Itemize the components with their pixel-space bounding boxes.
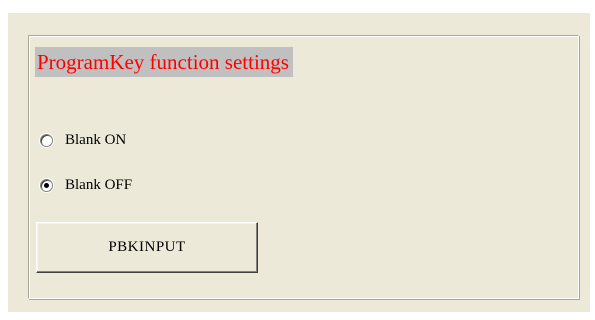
pbkinput-button[interactable]: PBKINPUT — [36, 222, 258, 273]
radio-checked-icon[interactable] — [40, 178, 53, 192]
radio-blank-on-label[interactable]: Blank ON — [65, 132, 126, 149]
radio-blank-off[interactable]: Blank OFF — [40, 175, 132, 195]
group-title: ProgramKey function settings — [35, 47, 293, 77]
radio-blank-on[interactable]: Blank ON — [40, 130, 126, 150]
radio-unchecked-icon[interactable] — [40, 133, 53, 147]
radio-blank-off-label[interactable]: Blank OFF — [65, 177, 132, 194]
radio-selected-dot — [44, 182, 49, 188]
